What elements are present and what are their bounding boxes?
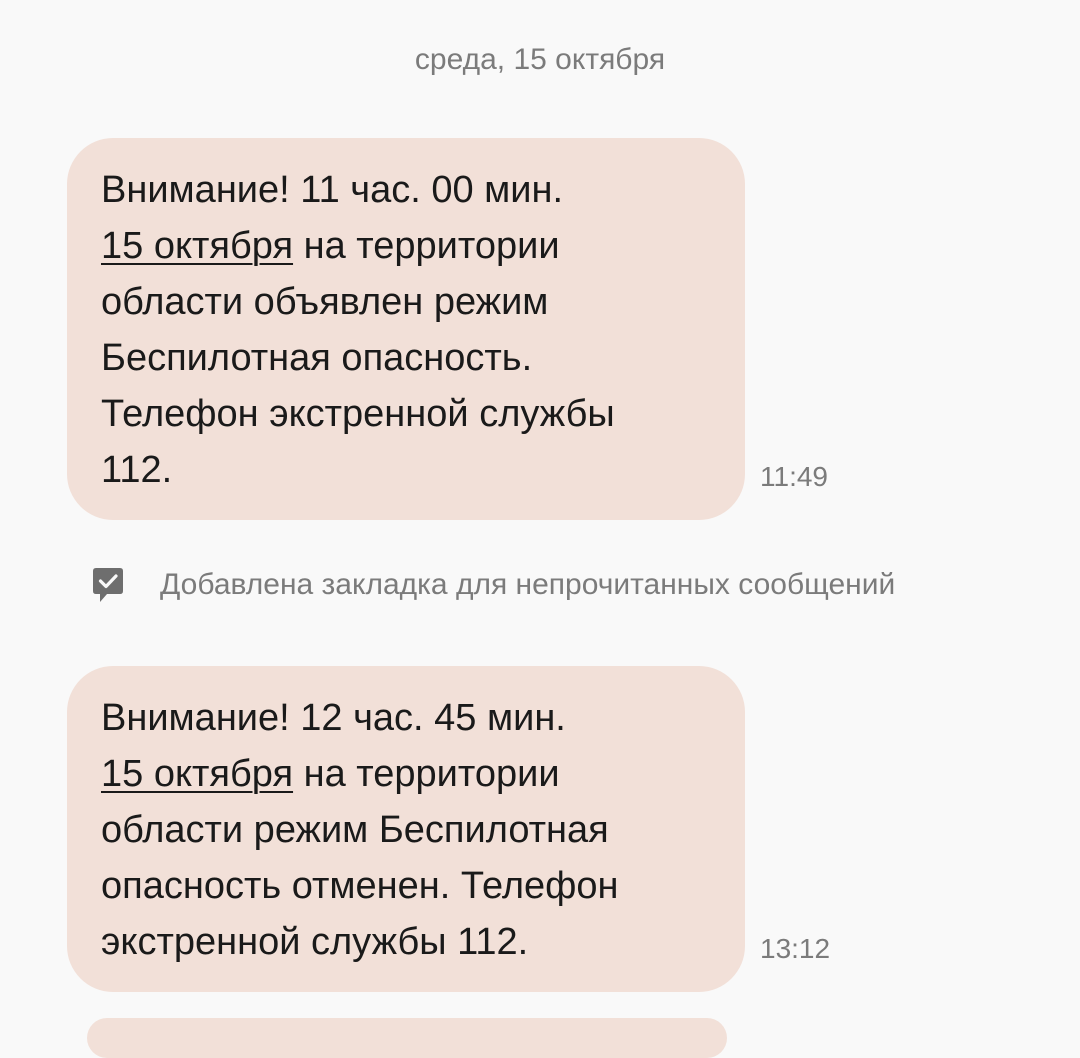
date-separator: среда, 15 октября: [414, 43, 666, 76]
message-line: экстренной службы 112.: [101, 921, 529, 963]
message-line: Внимание! 12 час. 45 мин.: [101, 697, 566, 739]
message-line: 15 октября на территории: [101, 218, 715, 274]
message-line: опасность отменен. Телефон: [101, 865, 619, 907]
message-bubble-partial[interactable]: [87, 1018, 727, 1058]
message-line: Беспилотная опасность.: [101, 337, 533, 379]
message-line: 112.: [101, 449, 173, 491]
date-link[interactable]: 15 октября: [101, 753, 293, 795]
date-link[interactable]: 15 октября: [101, 225, 293, 267]
message-text: на территории: [293, 225, 560, 267]
unread-bookmark-notice: Добавлена закладка для непрочитанных соо…: [88, 563, 1048, 607]
message-timestamp: 13:12: [760, 933, 831, 964]
message-line: Внимание! 11 час. 00 мин.: [101, 169, 564, 211]
message-bubble-2[interactable]: Внимание! 12 час. 45 мин. 15 октября на …: [67, 666, 745, 992]
message-text: на территории: [293, 753, 560, 795]
message-line: области режим Беспилотная: [101, 809, 609, 851]
message-line: области объявлен режим: [101, 281, 549, 323]
message-bubble-1[interactable]: Внимание! 11 час. 00 мин. 15 октября на …: [67, 138, 745, 520]
bookmark-text: Добавлена закладка для непрочитанных соо…: [160, 568, 896, 601]
bookmark-check-icon: [88, 565, 128, 605]
message-line: Телефон экстренной службы: [101, 393, 615, 435]
message-line: 15 октября на территории: [101, 746, 715, 802]
message-timestamp: 11:49: [760, 461, 828, 492]
